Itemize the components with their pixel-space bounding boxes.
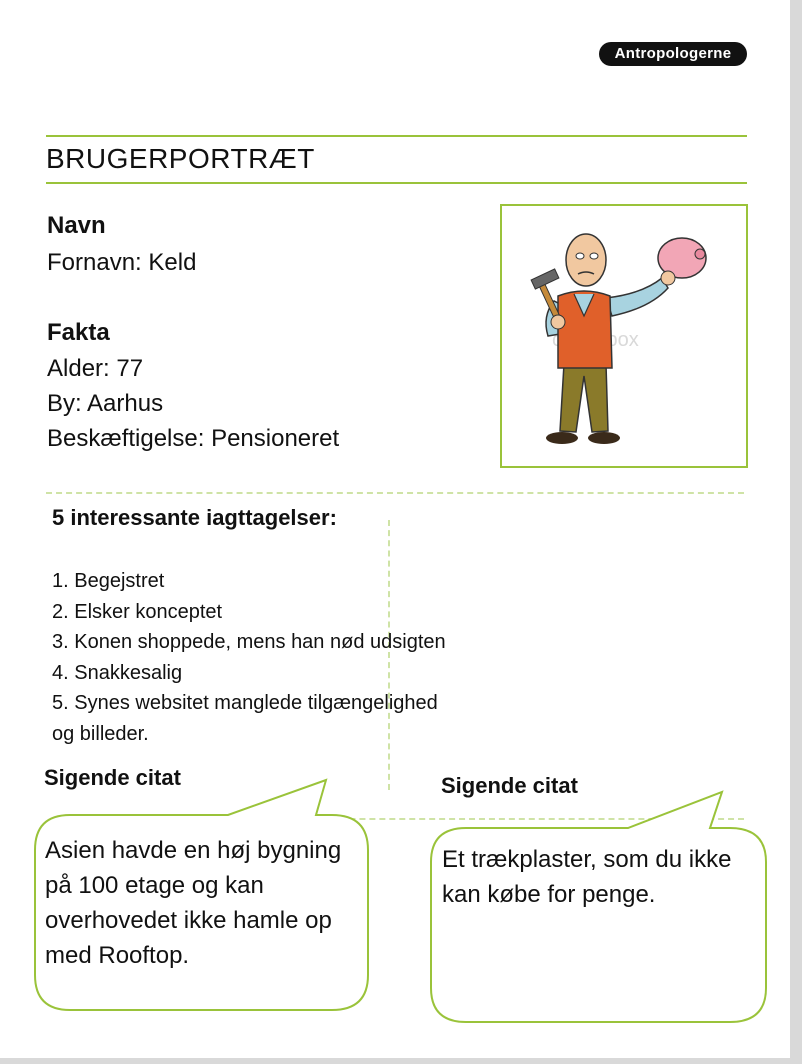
quote-line: Et trækplaster, som du ikke <box>442 846 732 873</box>
quote-text-1: Asien havde en høj bygning på 100 etage … <box>45 833 375 973</box>
quote-line: kan købe for penge. <box>442 881 656 908</box>
quote-line: Asien havde en høj bygning <box>45 837 342 864</box>
quote-line: med Rooftop. <box>45 942 190 969</box>
quote-line: på 100 etage og kan <box>45 872 264 899</box>
quote-line: overhovedet ikke hamle op <box>45 907 332 934</box>
quote-text-2: Et trækplaster, som du ikke kan købe for… <box>442 842 772 912</box>
